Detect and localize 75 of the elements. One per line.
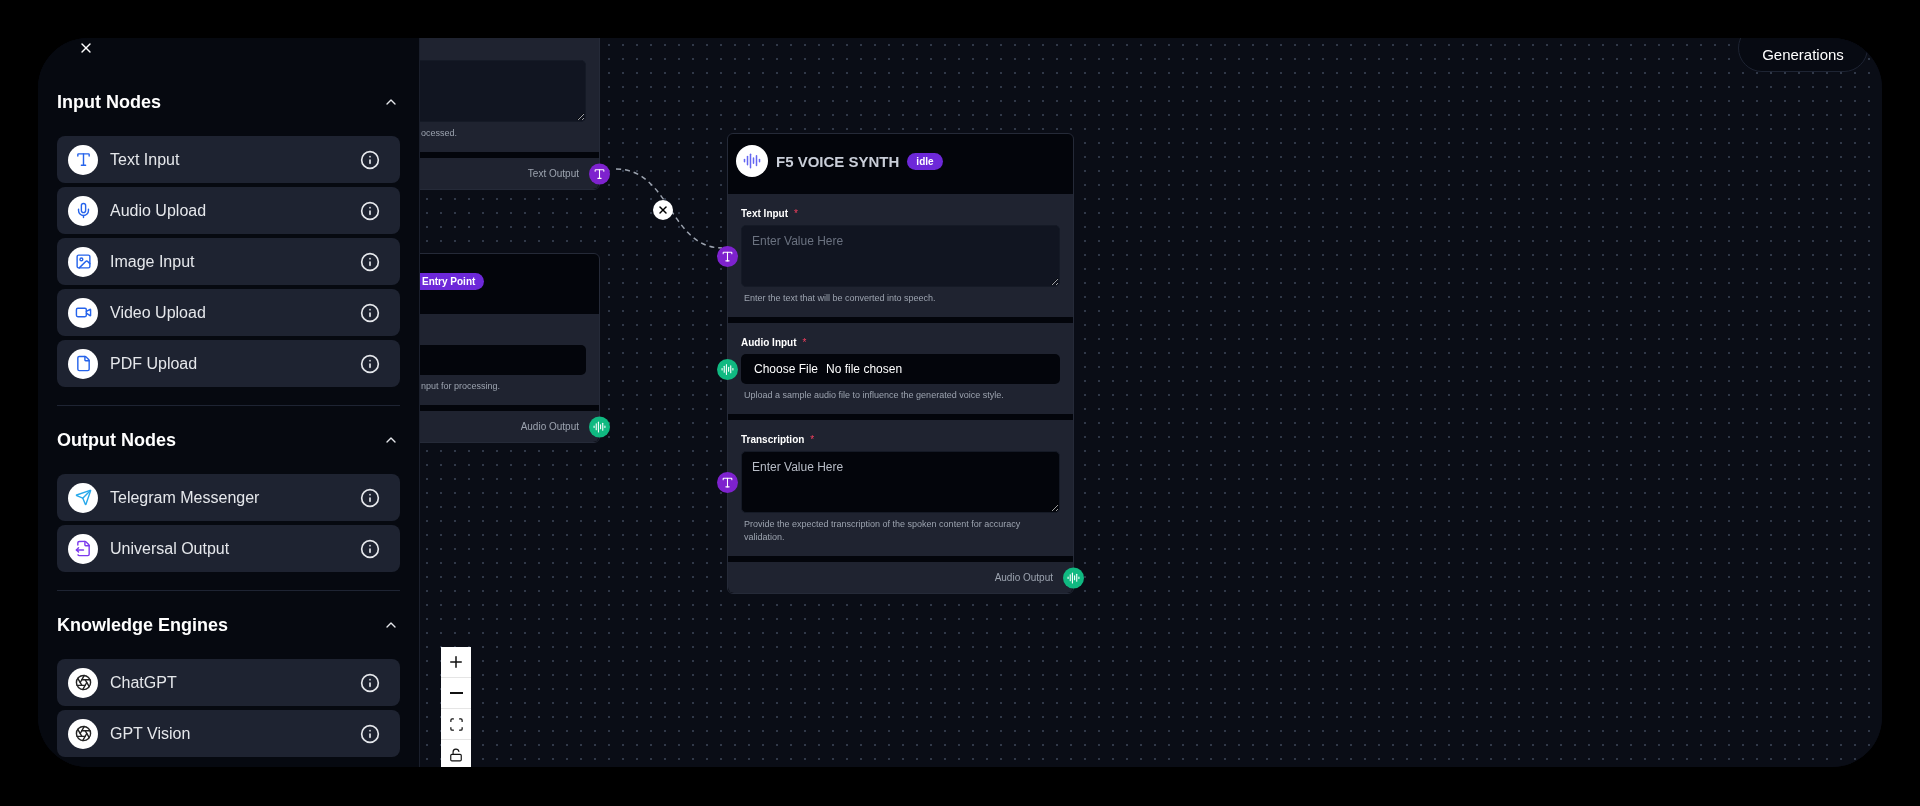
audio-port-handle[interactable]	[1063, 567, 1084, 588]
helper-text: nput for processing.	[420, 380, 502, 393]
node-list-item[interactable]: ChatGPT	[57, 659, 400, 706]
status-badge: idle	[907, 152, 943, 170]
item-label: Text Input	[110, 150, 181, 169]
aperture-icon	[68, 667, 98, 698]
microphone-icon	[68, 195, 98, 226]
required-marker: *	[810, 433, 815, 445]
generations-button[interactable]: Generations	[1738, 38, 1868, 72]
output-label: Audio Output	[994, 572, 1053, 583]
item-label: ChatGPT	[110, 673, 178, 692]
close-icon	[657, 204, 669, 216]
helper-text: Provide the expected transcription of the spoken content for accuracy validation.	[743, 518, 1022, 544]
text-port-handle[interactable]	[717, 246, 738, 267]
node-list-item[interactable]: GPT Vision	[57, 710, 400, 757]
info-icon[interactable]	[360, 723, 380, 744]
info-icon[interactable]	[360, 302, 380, 323]
section-heading: Output Nodes	[57, 429, 176, 451]
section-heading: Knowledge Engines	[57, 614, 229, 636]
item-label: PDF Upload	[110, 354, 199, 373]
item-label: Audio Upload	[110, 201, 208, 220]
helper-text: Enter the text that will be converted into speech.	[743, 292, 937, 305]
file-status-text: No file chosen	[826, 362, 903, 376]
unlocked-padlock-icon	[449, 748, 463, 762]
aperture-icon	[68, 718, 98, 749]
plus-icon	[447, 653, 465, 671]
node-list-item[interactable]: Universal Output	[57, 525, 400, 572]
audio-port-handle[interactable]	[589, 416, 610, 437]
item-label: Image Input	[110, 252, 196, 271]
info-icon[interactable]	[360, 251, 380, 272]
required-marker: *	[794, 207, 798, 219]
choose-file-button[interactable]: Choose File	[754, 362, 819, 376]
text-area-field[interactable]: Enter Value Here	[741, 225, 1060, 287]
info-icon[interactable]	[360, 149, 380, 170]
node-list-item[interactable]: Telegram Messenger	[57, 474, 400, 521]
text-icon	[68, 144, 98, 175]
sound-wave-icon	[736, 145, 768, 177]
node-list-item[interactable]: Video Upload	[57, 289, 400, 336]
info-icon[interactable]	[360, 672, 380, 693]
item-label: Video Upload	[110, 303, 207, 322]
helper-text: ocessed.	[420, 127, 459, 140]
field-label: Text Input	[741, 207, 789, 219]
helper-text: Upload a sample audio file to influence the generated voice style.	[743, 389, 1005, 402]
field-label: Transcription	[741, 433, 805, 445]
output-label: Text Output	[527, 168, 579, 179]
info-icon[interactable]	[360, 538, 380, 559]
status-badge: Entry Point	[420, 272, 485, 290]
item-label: GPT Vision	[110, 724, 192, 743]
item-label: Universal Output	[110, 539, 231, 558]
info-icon[interactable]	[360, 200, 380, 221]
minus-icon	[449, 692, 463, 694]
node-list-item[interactable]: Image Input	[57, 238, 400, 285]
fit-view-icon	[448, 716, 464, 732]
file-input-field[interactable]: Choose File No file chosen	[741, 354, 1060, 384]
file-export-icon	[68, 533, 98, 564]
node-title: F5 VOICE SYNTH	[776, 152, 900, 170]
text-port-handle[interactable]	[589, 163, 610, 184]
node-list-item[interactable]: PDF Upload	[57, 340, 400, 387]
info-icon[interactable]	[360, 353, 380, 374]
required-marker: *	[802, 336, 807, 348]
section-heading: Input Nodes	[57, 91, 161, 113]
document-icon	[68, 348, 98, 379]
item-label: Telegram Messenger	[110, 488, 261, 507]
text-port-handle[interactable]	[717, 472, 738, 493]
node-list-item[interactable]: Text Input	[57, 136, 400, 183]
field-label: Audio Input	[741, 336, 797, 348]
info-icon[interactable]	[360, 487, 380, 508]
output-label: Audio Output	[520, 421, 579, 432]
image-icon	[68, 246, 98, 277]
delete-edge-button[interactable]	[653, 200, 673, 220]
node-list-item[interactable]: Audio Upload	[57, 187, 400, 234]
paper-plane-icon	[68, 482, 98, 513]
text-area-field[interactable]: Enter Value Here	[741, 451, 1060, 513]
video-camera-icon	[68, 297, 98, 328]
audio-port-handle[interactable]	[717, 359, 738, 380]
